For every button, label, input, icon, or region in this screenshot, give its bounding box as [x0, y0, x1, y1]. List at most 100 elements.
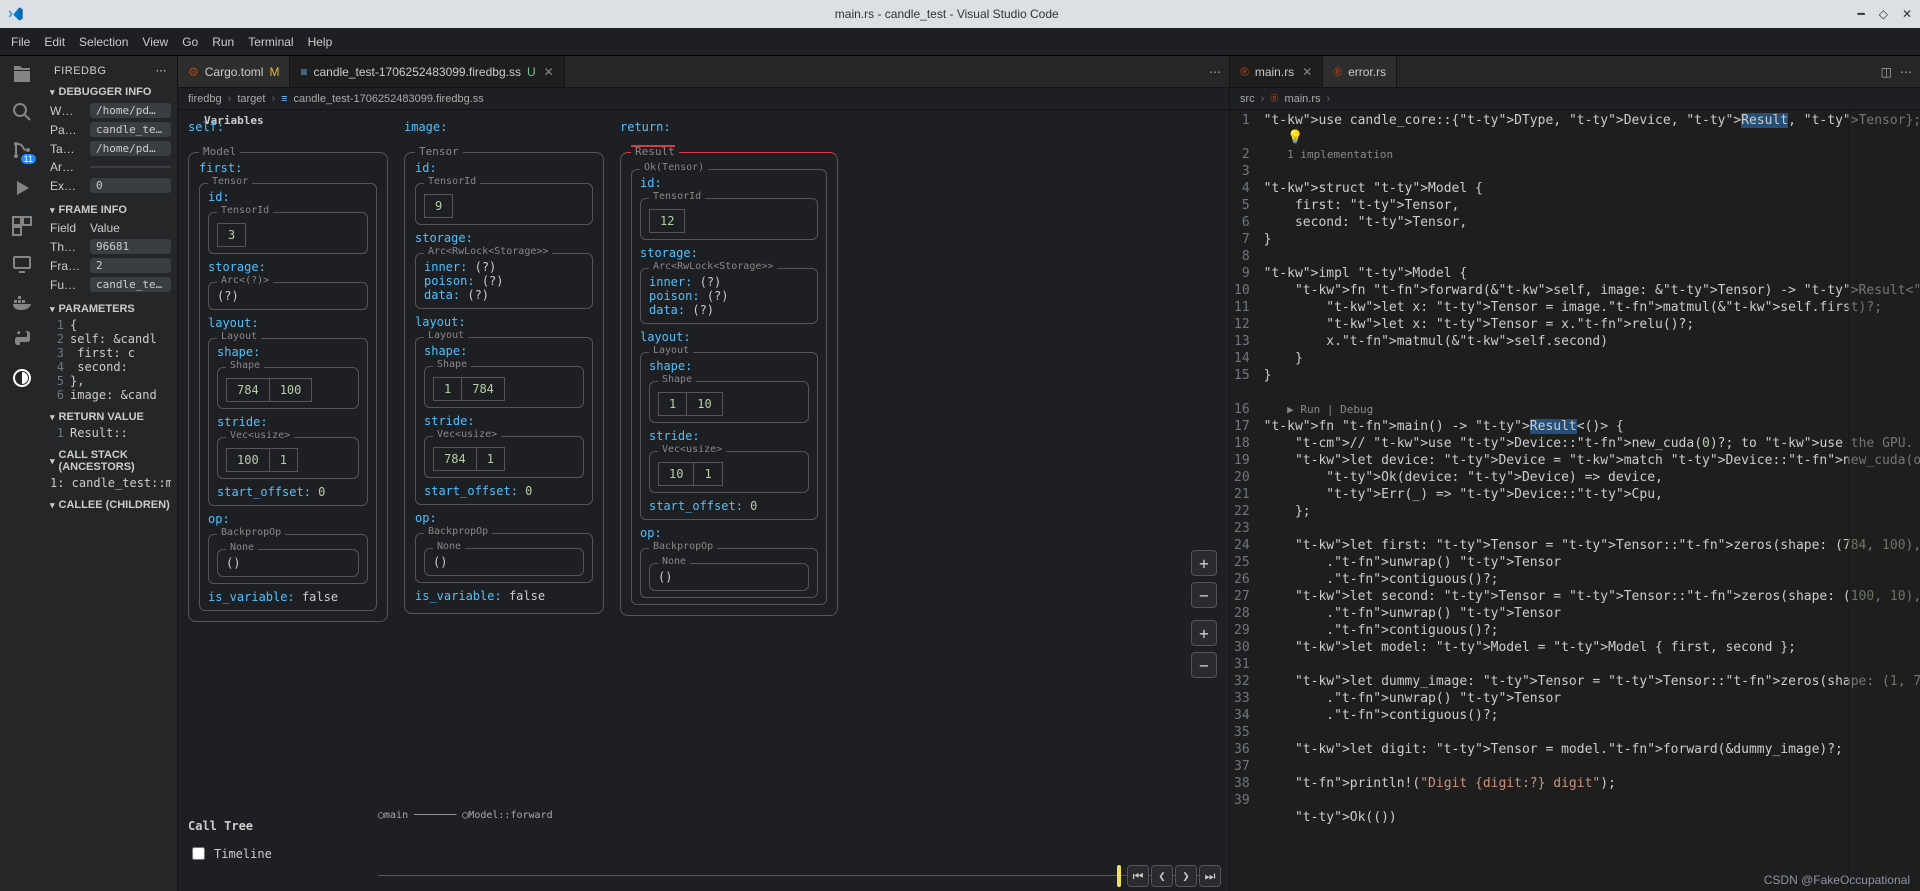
search-icon[interactable] [10, 100, 34, 124]
right-tabs: ® main.rs ✕ ® error.rs ◫ ⋯ [1230, 56, 1920, 88]
info-row: Fra…2 [50, 256, 171, 275]
zoom-out-button[interactable]: − [1191, 582, 1217, 608]
code-line: 1Result:: [50, 426, 171, 440]
first-button[interactable]: ⏮ [1127, 865, 1149, 887]
info-row: W…/home/pd… [50, 101, 171, 120]
firedbg-icon[interactable] [10, 366, 34, 390]
info-row: Ar… [50, 158, 171, 176]
close-icon[interactable]: ✕ [544, 65, 554, 79]
file-icon: ≡ [300, 65, 307, 79]
rust-icon: ® [1240, 65, 1249, 79]
menu-terminal[interactable]: Terminal [241, 35, 300, 49]
code-line: 2self: &candl [50, 332, 171, 346]
image-label: image: [404, 120, 604, 134]
zoom-controls-1: + − [1191, 550, 1217, 608]
section-call-stack[interactable]: CALL STACK (ANCESTORS) [44, 446, 177, 476]
menu-file[interactable]: File [4, 35, 37, 49]
more-icon[interactable]: ⋯ [1209, 65, 1221, 79]
left-editor-group: ⚙ Cargo.toml M ≡ candle_test-17062524830… [178, 56, 1230, 891]
menu-help[interactable]: Help [301, 35, 340, 49]
tab-firedbg-ss[interactable]: ≡ candle_test-1706252483099.firedbg.ss U… [290, 56, 564, 87]
more-icon[interactable]: ⋯ [156, 64, 168, 77]
code-line: 4 second: [50, 360, 171, 374]
info-row: Ta…/home/pd… [50, 139, 171, 158]
code-editor[interactable]: 1234567891011121314151617181920212223242… [1230, 110, 1920, 891]
python-env-icon[interactable] [10, 328, 34, 352]
model-box: first: id: 3 storage: (?) layout: shape:… [188, 152, 388, 622]
menu-run[interactable]: Run [205, 35, 241, 49]
scm-badge: 11 [21, 154, 36, 164]
activity-bar: 11 [0, 56, 44, 891]
section-return-value[interactable]: RETURN VALUE [44, 408, 177, 426]
tab-label: main.rs [1255, 65, 1294, 79]
minimize-button[interactable]: ━ [1857, 7, 1864, 21]
prev-button[interactable]: ❮ [1151, 865, 1173, 887]
next-button[interactable]: ❯ [1175, 865, 1197, 887]
timeline-checkbox[interactable]: Timeline [188, 844, 272, 863]
title-bar: main.rs - candle_test - Visual Studio Co… [0, 0, 1920, 28]
firedbg-canvas[interactable]: Variables self: first: id: 3 storage: (?… [178, 110, 1229, 891]
rust-icon: ® [1333, 65, 1342, 79]
untracked-indicator: U [527, 65, 536, 79]
run-debug-icon[interactable] [10, 176, 34, 200]
explorer-icon[interactable] [10, 62, 34, 86]
tab-label: candle_test-1706252483099.firedbg.ss [313, 65, 521, 79]
left-breadcrumbs[interactable]: firedbg› target› ≡ candle_test-170625248… [178, 88, 1229, 110]
call-tree-label: Call Tree [188, 819, 253, 833]
tab-actions: ⋯ [1209, 56, 1229, 87]
window-controls: ━ ◇ ✕ [1857, 7, 1912, 21]
info-row: Th…96681 [50, 237, 171, 256]
minimap[interactable] [1848, 110, 1920, 891]
section-callee[interactable]: CALLEE (CHILDREN) [44, 496, 177, 514]
player-controls: ⏮ ❮ ❯ ⏭ [1117, 865, 1221, 887]
call-stack-item[interactable]: 1: candle_test::main [50, 476, 171, 490]
code-line: 6image: &cand [50, 388, 171, 402]
var-return-column: return: id: 12 storage: inner: (?) poiso… [620, 120, 838, 811]
window-title: main.rs - candle_test - Visual Studio Co… [36, 7, 1857, 21]
source-control-icon[interactable]: 11 [10, 138, 34, 162]
section-frame-info[interactable]: FRAME INFO [44, 201, 177, 219]
var-self-column: self: first: id: 3 storage: (?) layout: … [188, 120, 388, 811]
rust-icon: ® [1270, 93, 1278, 105]
vscode-logo-icon [8, 6, 24, 22]
close-icon[interactable]: ✕ [1302, 65, 1312, 79]
docker-icon[interactable] [10, 290, 34, 314]
file-icon: ≡ [281, 93, 287, 105]
tab-label: error.rs [1348, 65, 1386, 79]
var-image-column: image: id: 9 storage: inner: (?) poison:… [404, 120, 604, 811]
last-button[interactable]: ⏭ [1199, 865, 1221, 887]
maximize-button[interactable]: ◇ [1879, 7, 1888, 21]
remote-icon[interactable] [10, 252, 34, 276]
code-line: 5}, [50, 374, 171, 388]
menu-selection[interactable]: Selection [72, 35, 135, 49]
close-button[interactable]: ✕ [1902, 7, 1912, 21]
zoom-in-button[interactable]: + [1191, 550, 1217, 576]
extensions-icon[interactable] [10, 214, 34, 238]
info-row: Pa…candle_test [50, 120, 171, 139]
menu-edit[interactable]: Edit [37, 35, 72, 49]
tab-main-rs[interactable]: ® main.rs ✕ [1230, 56, 1323, 87]
right-breadcrumbs[interactable]: src› ® main.rs› [1230, 88, 1920, 110]
menu-go[interactable]: Go [175, 35, 205, 49]
return-label: return: [620, 120, 838, 134]
playhead-marker[interactable] [1117, 865, 1121, 887]
frame-info-header: FieldValue [50, 219, 171, 237]
right-editor-group: ® main.rs ✕ ® error.rs ◫ ⋯ src› ® main.rs… [1230, 56, 1920, 891]
info-row: Fu…candle_test:… [50, 275, 171, 294]
zoom-controls-2: + − [1191, 620, 1217, 678]
timeline-lane[interactable] [378, 875, 1217, 881]
zoom-out-button[interactable]: − [1191, 652, 1217, 678]
sidebar-title: FIREDBG⋯ [44, 56, 177, 83]
code-line: 3 first: c [50, 346, 171, 360]
split-editor-icon[interactable]: ◫ [1881, 65, 1892, 79]
tensor-box: id: 3 storage: (?) layout: shape: 784100… [199, 183, 377, 611]
tab-error-rs[interactable]: ® error.rs [1323, 56, 1397, 87]
tab-cargo-toml[interactable]: ⚙ Cargo.toml M [178, 56, 290, 87]
zoom-in-button[interactable]: + [1191, 620, 1217, 646]
section-debugger-info[interactable]: DEBUGGER INFO [44, 83, 177, 101]
watermark: CSDN @FakeOccupational [1764, 873, 1910, 887]
more-icon[interactable]: ⋯ [1900, 65, 1912, 79]
menu-view[interactable]: View [135, 35, 175, 49]
menu-bar: File Edit Selection View Go Run Terminal… [0, 28, 1920, 56]
section-parameters[interactable]: PARAMETERS [44, 300, 177, 318]
